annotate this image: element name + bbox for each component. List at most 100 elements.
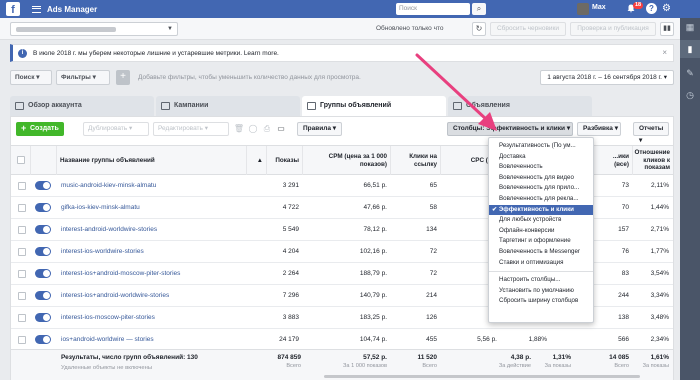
total-cpm: 57,52 р. За 1 000 показов (343, 354, 387, 369)
menu-item[interactable]: Вовлеченность для видео (489, 173, 593, 184)
ad-set-name-link[interactable]: interest-ios+android-worldwire-stories (61, 285, 247, 306)
top-search-input[interactable]: Поиск (396, 3, 470, 15)
search-icon[interactable]: ⌕ (472, 3, 486, 15)
ab-test-icon[interactable]: ◯ (247, 122, 259, 136)
archive-icon[interactable]: ⎙ (261, 122, 273, 136)
table-toolbar: Создать Дублировать ▾ Редактировать ▾ 🗑 … (11, 121, 673, 144)
column-header-impressions[interactable]: Показы (267, 146, 303, 175)
clock-icon[interactable]: ◷ (680, 86, 700, 104)
ad-set-name-link[interactable]: interest-android-worldwire-stories (61, 219, 247, 240)
ad-set-name-link[interactable]: ios+android-worldwire — stories (61, 329, 247, 350)
menu-item[interactable]: Вовлеченность для прило... (489, 183, 593, 194)
row-checkbox[interactable] (18, 204, 26, 212)
tab-ads[interactable]: Объявления (448, 96, 592, 116)
avatar[interactable] (577, 3, 589, 15)
rules-button[interactable]: Правила ▾ (297, 122, 343, 136)
add-filter-button[interactable]: + (116, 70, 130, 85)
breakdown-button[interactable]: Разбивка ▾ (577, 122, 621, 136)
status-toggle[interactable] (35, 335, 51, 344)
cell-clicks-all: 244 (618, 292, 629, 299)
refresh-button[interactable]: ↻ (472, 22, 486, 36)
total-impressions: 874 859 Всего (277, 354, 302, 369)
menu-item[interactable]: Доставка (489, 152, 593, 163)
horizontal-scrollbar[interactable] (324, 375, 640, 378)
select-all-checkbox[interactable] (11, 146, 31, 175)
menu-icon[interactable] (32, 5, 41, 13)
status-toggle[interactable] (35, 269, 51, 278)
discard-drafts-button[interactable]: Сбросить черновики (490, 22, 566, 36)
grid-icon[interactable]: ▦ (680, 18, 700, 36)
menu-item-selected[interactable]: ✔ Эффективность и клики (489, 204, 593, 216)
menu-item[interactable]: Результативность (По ум... (489, 141, 593, 152)
create-button[interactable]: Создать (16, 121, 64, 136)
reset-widths-item[interactable]: Сбросить ширину столбцов (489, 296, 593, 307)
column-header-link-clicks[interactable]: Клики на ссылку (391, 146, 441, 175)
column-header-name[interactable]: Название группы объявлений (57, 146, 247, 175)
menu-item[interactable]: Вовлеченность в Messenger (489, 247, 593, 258)
column-header-rate[interactable]: Отношение кликов к показам (633, 146, 673, 175)
pencil-icon[interactable]: ✎ (680, 64, 700, 82)
bar-chart-icon[interactable]: ▮ (680, 40, 700, 58)
menu-item[interactable]: Офлайн-конверсии (489, 226, 593, 237)
overview-icon (15, 102, 24, 110)
table-row[interactable]: ios+android-worldwire — stories 24 179 104… (11, 329, 673, 351)
tab-ad-sets[interactable]: Группы объявлений (302, 96, 446, 116)
row-checkbox[interactable] (18, 270, 26, 278)
chart-icon[interactable]: ▮▮ (660, 22, 674, 36)
facebook-logo-icon[interactable]: f (6, 2, 20, 16)
set-default-item[interactable]: Установить по умолчанию (489, 286, 593, 297)
gear-icon[interactable]: ⚙ (662, 3, 671, 14)
review-publish-button[interactable]: Проверка и публикация (570, 22, 656, 36)
column-header-cpm[interactable]: CPM (цена за 1 000 показов) (303, 146, 391, 175)
ad-set-name-link[interactable]: music-android-kiev-minsk-almatu (61, 175, 247, 196)
menu-item[interactable]: Вовлеченность (489, 162, 593, 173)
toggle-column-header (31, 146, 57, 175)
info-banner: i В июле 2018 г. мы уберем некоторые лиш… (10, 44, 674, 62)
status-toggle[interactable] (35, 291, 51, 300)
user-name[interactable]: Max (592, 4, 606, 11)
duplicate-button[interactable]: Дублировать ▾ (83, 122, 149, 136)
date-range-picker[interactable]: 1 августа 2018 г. – 16 сентября 2018 г. … (540, 70, 674, 85)
filters-button[interactable]: Фильтры ▾ (56, 70, 110, 85)
row-checkbox[interactable] (18, 226, 26, 234)
status-toggle[interactable] (35, 313, 51, 322)
cell-cpm: 140,79 р. (359, 292, 387, 299)
status-toggle[interactable] (35, 247, 51, 256)
cell-cpm: 66,51 р. (363, 182, 388, 189)
close-icon[interactable]: × (662, 48, 667, 57)
tab-campaigns[interactable]: Кампании (156, 96, 300, 116)
help-icon[interactable]: ? (646, 3, 657, 14)
ad-set-name-link[interactable]: interest-ios-moscow-piter-stories (61, 307, 247, 328)
ad-set-name-link[interactable]: interest-ios+android-moscow-piter-storie… (61, 263, 247, 284)
folder-icon (161, 102, 170, 110)
preview-icon[interactable]: ▭ (275, 122, 287, 136)
menu-item[interactable]: Ставки и оптимизация (489, 258, 593, 269)
cell-link-clicks: 455 (426, 336, 437, 343)
row-checkbox[interactable] (18, 182, 26, 190)
customize-columns-item[interactable]: Настроить столбцы... (489, 275, 593, 286)
status-toggle[interactable] (35, 181, 51, 190)
row-checkbox[interactable] (18, 248, 26, 256)
cell-clicks-all: 76 (621, 248, 629, 255)
ad-set-name-link[interactable]: gifka-ios-kiev-minsk-almatu (61, 197, 247, 218)
row-checkbox[interactable] (18, 336, 26, 344)
cell-cpm: 102,16 р. (359, 248, 387, 255)
row-checkbox[interactable] (18, 292, 26, 300)
row-checkbox[interactable] (18, 314, 26, 322)
filter-hint: Добавьте фильтры, чтобы уменьшить количе… (138, 74, 361, 81)
delete-icon[interactable]: 🗑 (233, 122, 245, 136)
columns-button[interactable]: Столбцы: Эффективность и клики ▾ (447, 122, 573, 136)
menu-item[interactable]: Вовлеченность для рекла... (489, 194, 593, 205)
account-select[interactable]: ▼ (10, 22, 178, 36)
status-toggle[interactable] (35, 225, 51, 234)
menu-item[interactable]: Для любых устройств (489, 215, 593, 226)
ad-set-name-link[interactable]: interest-ios-worldwire-stories (61, 241, 247, 262)
status-toggle[interactable] (35, 203, 51, 212)
tab-account-overview[interactable]: Обзор аккаунта (10, 96, 154, 116)
reports-button[interactable]: Отчеты ▾ (633, 122, 669, 144)
total-ctr: 1,31% За показы (544, 354, 571, 369)
edit-button[interactable]: Редактировать ▾ (153, 122, 229, 136)
search-button[interactable]: Поиск ▾ (10, 70, 52, 85)
menu-item[interactable]: Таргетинг и оформление (489, 236, 593, 247)
column-header-clicks-all[interactable]: ...ики (все) (597, 146, 633, 175)
